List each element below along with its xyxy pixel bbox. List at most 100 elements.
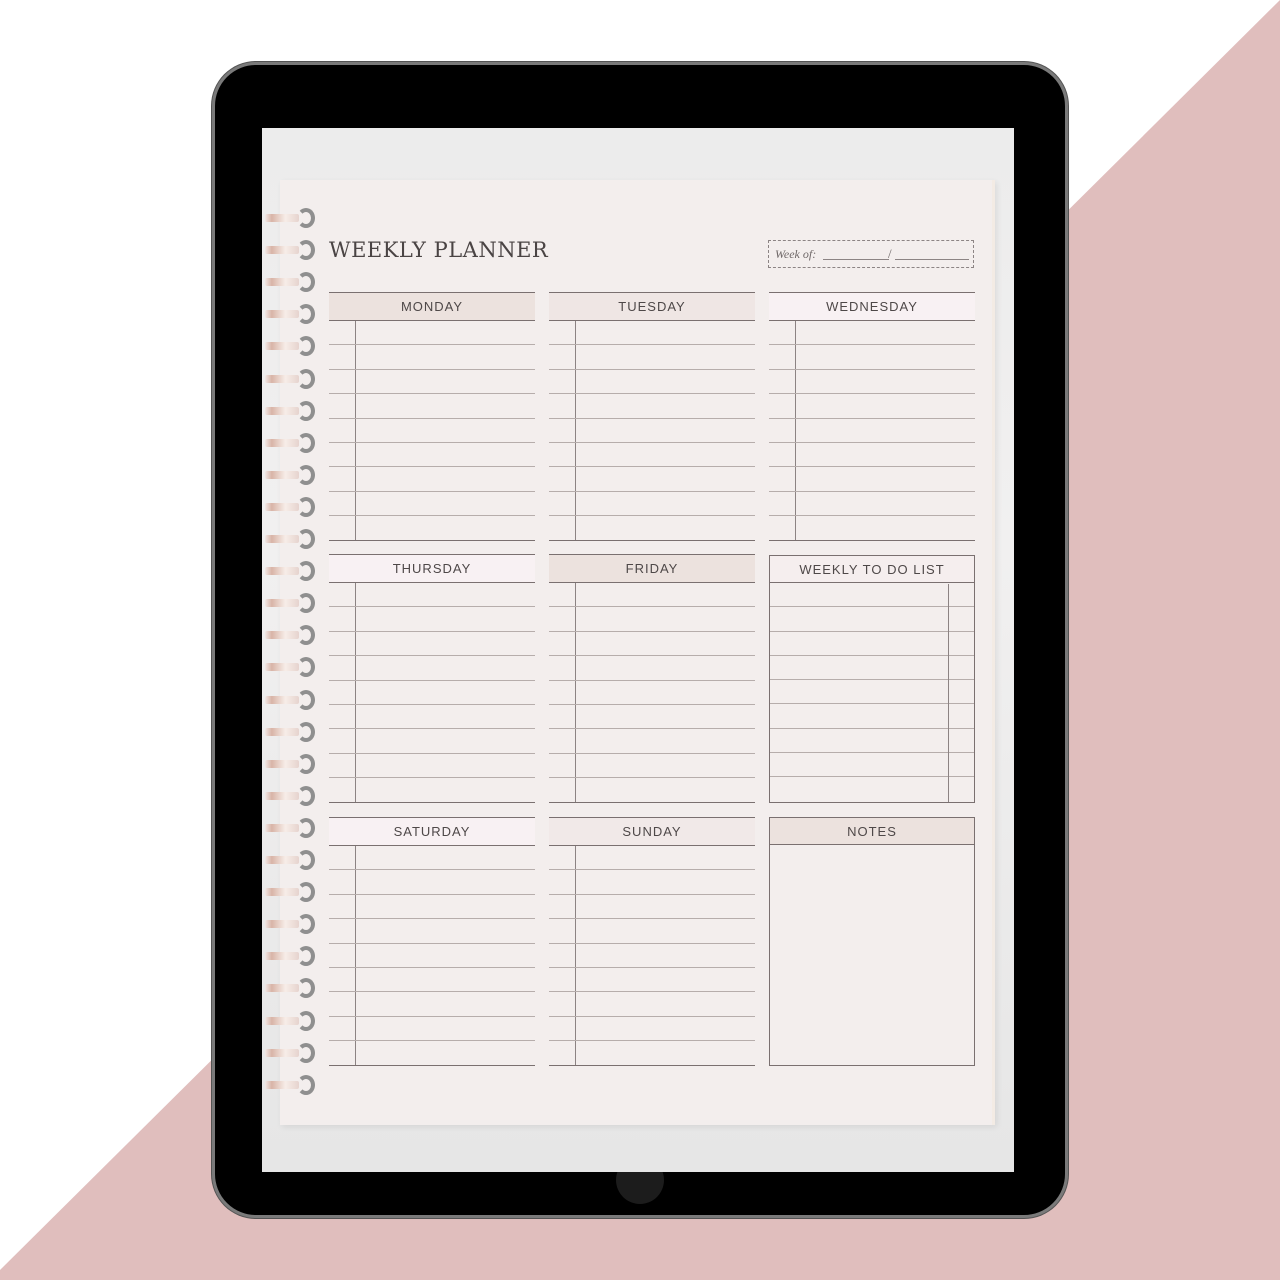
todo-row[interactable] — [770, 729, 974, 754]
day-row[interactable] — [329, 492, 535, 517]
notes-box: NOTES — [769, 817, 975, 1066]
day-row[interactable] — [549, 516, 755, 541]
day-row[interactable] — [329, 778, 535, 803]
day-row[interactable] — [549, 1041, 755, 1066]
spiral-ring — [265, 914, 317, 935]
day-row[interactable] — [549, 467, 755, 492]
todo-row[interactable] — [770, 777, 974, 801]
day-row[interactable] — [329, 919, 535, 944]
day-rows[interactable] — [549, 846, 755, 1066]
day-row[interactable] — [329, 754, 535, 779]
notes-area[interactable] — [770, 845, 974, 1065]
day-row[interactable] — [549, 492, 755, 517]
day-row[interactable] — [549, 846, 755, 871]
day-row[interactable] — [329, 607, 535, 632]
spiral-ring — [265, 240, 317, 261]
day-rows[interactable] — [769, 321, 975, 541]
day-row[interactable] — [549, 632, 755, 657]
day-row[interactable] — [329, 1041, 535, 1066]
day-row[interactable] — [549, 419, 755, 443]
todo-row[interactable] — [770, 632, 974, 656]
day-row[interactable] — [549, 656, 755, 681]
day-row[interactable] — [329, 705, 535, 730]
day-row[interactable] — [329, 656, 535, 681]
day-row[interactable] — [329, 370, 535, 395]
day-row[interactable] — [549, 919, 755, 944]
todo-row[interactable] — [770, 680, 974, 705]
day-rows[interactable] — [549, 583, 755, 803]
todo-rows[interactable] — [770, 583, 974, 802]
day-row[interactable] — [549, 443, 755, 468]
day-row[interactable] — [329, 632, 535, 657]
day-rows[interactable] — [549, 321, 755, 541]
day-row[interactable] — [329, 419, 535, 443]
week-start-input[interactable] — [823, 259, 889, 260]
day-row[interactable] — [549, 1017, 755, 1042]
day-row[interactable] — [329, 729, 535, 754]
day-row[interactable] — [329, 516, 535, 541]
ring-loop-icon — [297, 593, 315, 614]
day-row[interactable] — [329, 345, 535, 370]
day-row[interactable] — [549, 345, 755, 370]
todo-row[interactable] — [770, 753, 974, 778]
day-row[interactable] — [769, 345, 975, 370]
ring-loop-icon — [297, 400, 315, 421]
day-row[interactable] — [329, 394, 535, 419]
todo-row[interactable] — [770, 704, 974, 729]
day-row[interactable] — [329, 870, 535, 895]
day-row[interactable] — [769, 394, 975, 419]
day-row[interactable] — [549, 870, 755, 895]
day-wednesday: WEDNESDAY — [769, 292, 975, 542]
day-row[interactable] — [549, 895, 755, 920]
day-row[interactable] — [769, 321, 975, 346]
day-row[interactable] — [329, 583, 535, 608]
day-row[interactable] — [769, 492, 975, 517]
day-rows[interactable] — [329, 321, 535, 541]
day-row[interactable] — [329, 467, 535, 492]
day-row[interactable] — [329, 895, 535, 920]
day-row[interactable] — [549, 370, 755, 395]
day-rows[interactable] — [329, 846, 535, 1066]
day-row[interactable] — [769, 370, 975, 395]
day-row[interactable] — [769, 516, 975, 541]
day-row[interactable] — [549, 705, 755, 730]
day-row[interactable] — [329, 968, 535, 993]
day-row[interactable] — [549, 681, 755, 705]
day-rows[interactable] — [329, 583, 535, 803]
day-row[interactable] — [549, 321, 755, 346]
checkbox-column-divider — [948, 584, 949, 802]
ring-wire — [265, 1080, 299, 1089]
day-row[interactable] — [549, 778, 755, 803]
day-row[interactable] — [549, 729, 755, 754]
day-row[interactable] — [769, 467, 975, 492]
day-row[interactable] — [329, 944, 535, 968]
day-row[interactable] — [549, 394, 755, 419]
week-of-field[interactable]: Week of: / — [768, 240, 974, 268]
ring-wire — [265, 984, 299, 993]
day-row[interactable] — [329, 321, 535, 346]
day-row[interactable] — [549, 944, 755, 968]
todo-row[interactable] — [770, 607, 974, 632]
day-row[interactable] — [329, 681, 535, 705]
day-row[interactable] — [549, 754, 755, 779]
day-row[interactable] — [549, 968, 755, 993]
ring-wire — [265, 920, 299, 929]
day-row[interactable] — [329, 1017, 535, 1042]
day-row[interactable] — [549, 992, 755, 1017]
day-row[interactable] — [769, 419, 975, 443]
day-row[interactable] — [329, 443, 535, 468]
todo-row[interactable] — [770, 583, 974, 608]
day-row[interactable] — [329, 992, 535, 1017]
day-row[interactable] — [549, 607, 755, 632]
ring-wire — [265, 406, 299, 415]
week-end-input[interactable] — [895, 259, 969, 260]
todo-row[interactable] — [770, 656, 974, 681]
ring-loop-icon — [297, 625, 315, 646]
spiral-ring — [265, 1042, 317, 1063]
ring-loop-icon — [297, 304, 315, 325]
spiral-ring — [265, 1010, 317, 1031]
day-row[interactable] — [329, 846, 535, 871]
spiral-ring — [265, 272, 317, 293]
day-row[interactable] — [549, 583, 755, 608]
day-row[interactable] — [769, 443, 975, 468]
